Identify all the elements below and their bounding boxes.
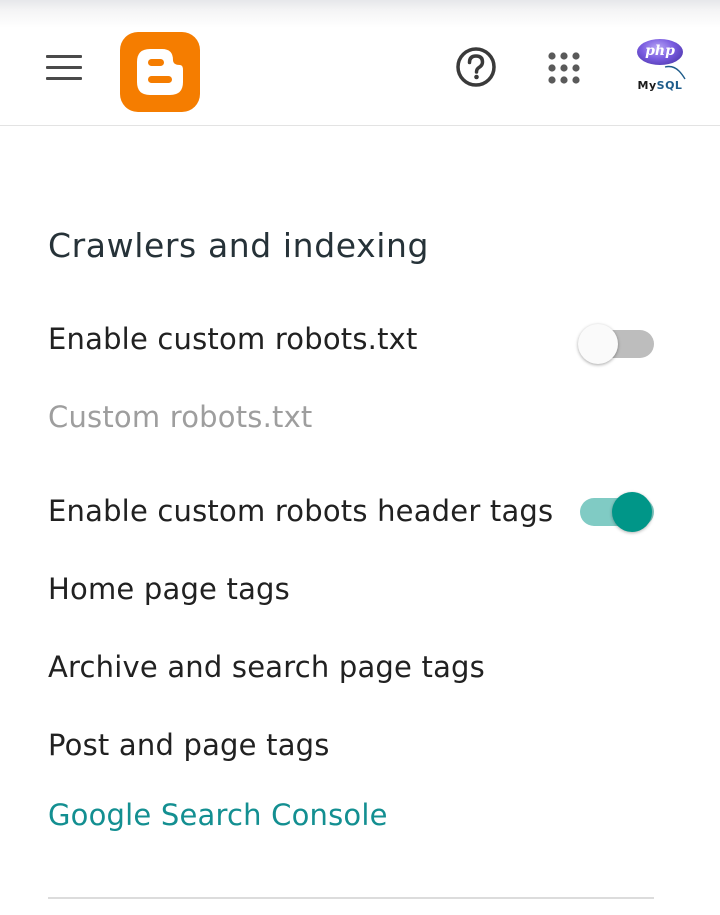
app-bar: php MySQL <box>0 0 720 126</box>
avatar-mysql-text: MySQL <box>627 79 693 92</box>
avatar-php-text: php <box>637 39 683 65</box>
avatar-mysql-my: My <box>637 79 657 92</box>
google-search-console-link[interactable]: Google Search Console <box>48 798 388 832</box>
avatar-mysql-sql: SQL <box>656 79 683 92</box>
hamburger-menu-icon[interactable] <box>44 55 84 83</box>
toggle-thumb <box>612 492 652 532</box>
setting-enable-custom-robots-txt[interactable]: Enable custom robots.txt <box>48 322 418 356</box>
setting-post-page-tags[interactable]: Post and page tags <box>48 728 330 762</box>
section-title: Crawlers and indexing <box>48 226 430 265</box>
help-circle-icon[interactable] <box>454 45 498 89</box>
setting-archive-search-page-tags[interactable]: Archive and search page tags <box>48 650 485 684</box>
toggle-thumb <box>578 324 618 364</box>
setting-custom-robots-txt: Custom robots.txt <box>48 400 313 434</box>
account-avatar[interactable]: php MySQL <box>627 35 693 101</box>
section-divider <box>48 897 654 899</box>
toggle-custom-robots-header-tags[interactable] <box>578 488 654 532</box>
setting-home-page-tags[interactable]: Home page tags <box>48 572 290 606</box>
setting-enable-custom-robots-header-tags[interactable]: Enable custom robots header tags <box>48 494 553 528</box>
toggle-custom-robots-txt[interactable] <box>578 320 654 364</box>
apps-grid-icon[interactable] <box>544 48 584 88</box>
blogger-logo-icon[interactable] <box>120 32 200 112</box>
